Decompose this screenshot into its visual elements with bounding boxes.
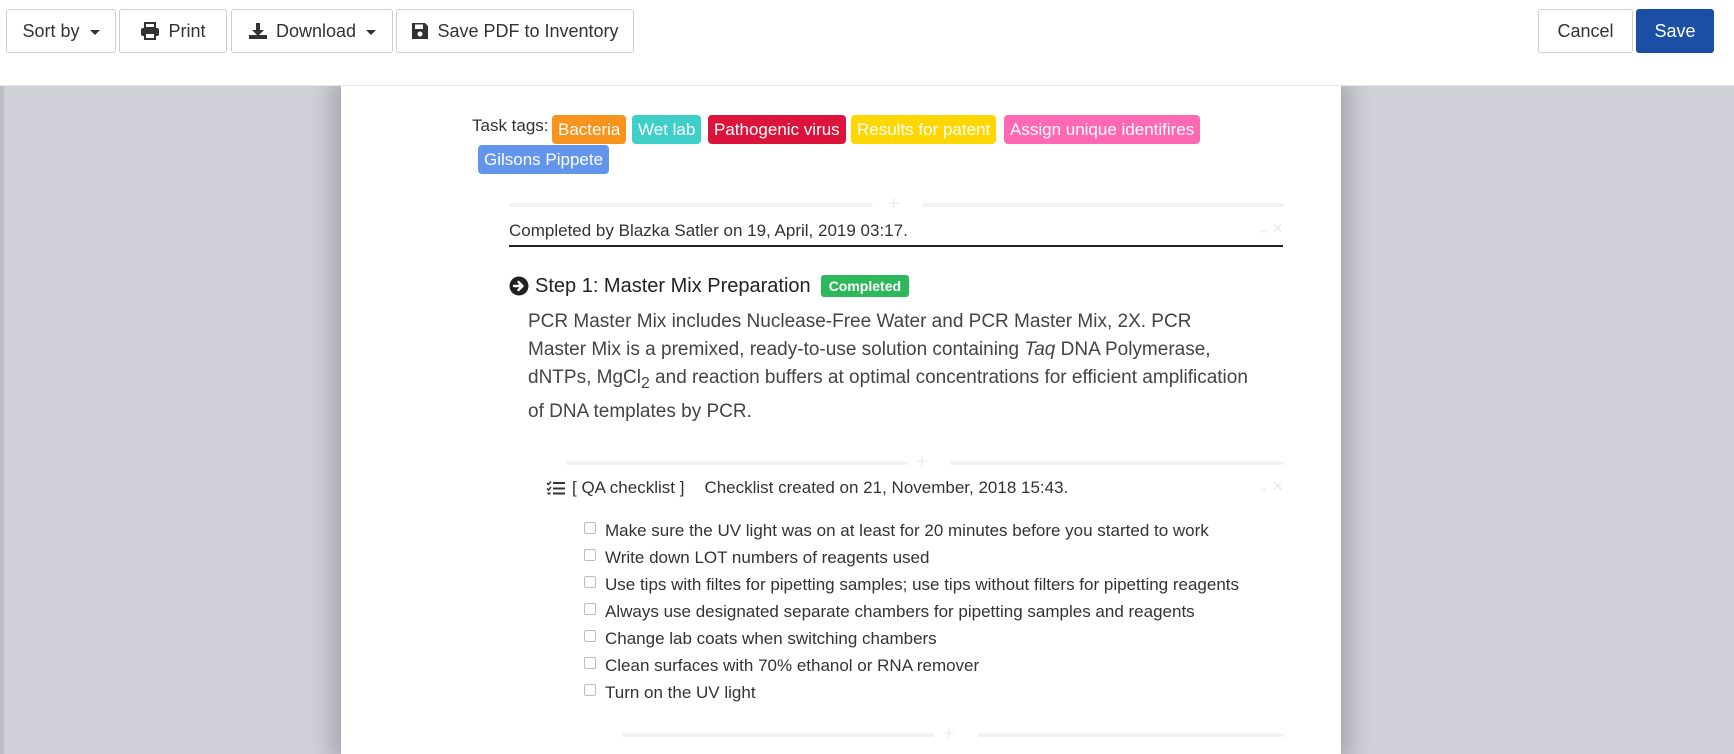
download-icon <box>248 23 267 39</box>
checklist-item: Use tips with filtes for pipetting sampl… <box>584 575 1239 597</box>
cancel-label: Cancel <box>1557 20 1614 41</box>
checklist-item-label: Always use designated separate chambers … <box>605 602 1195 621</box>
checklist-checkbox[interactable] <box>584 657 596 669</box>
checklist-item: Turn on the UV light <box>584 683 756 705</box>
checklist-item-label: Change lab coats when switching chambers <box>605 629 937 648</box>
tag-gilsons-pippete[interactable]: Gilsons Pippete <box>478 145 610 174</box>
checklist-checkbox[interactable] <box>584 630 596 642</box>
print-button[interactable]: Print <box>119 9 227 53</box>
tasks-list-icon <box>546 481 565 495</box>
tag-results-for-patent[interactable]: Results for patent <box>851 115 997 144</box>
tag-assign-unique-identifires[interactable]: Assign unique identifires <box>1004 115 1201 144</box>
save-button[interactable]: Save <box>1636 9 1714 53</box>
print-icon <box>141 22 160 40</box>
checklist-header: [ QA checklist ] Checklist created on 21… <box>546 478 1068 498</box>
checklist-checkbox[interactable] <box>584 576 596 588</box>
toolbar: Sort by Print Download Save PDF to Inven… <box>0 0 1734 86</box>
task-tags-label: Task tags: <box>472 116 549 135</box>
download-button[interactable]: Download <box>231 9 393 53</box>
step-title: Step 1: Master Mix Preparation <box>535 274 811 297</box>
print-label: Print <box>168 20 206 41</box>
step-description: PCR Master Mix includes Nuclease-Free Wa… <box>528 308 1248 426</box>
description-italic: Taq <box>1024 339 1056 360</box>
download-label: Download <box>275 20 357 41</box>
checklist-name: [ QA checklist ] <box>572 478 685 497</box>
checklist-checkbox[interactable] <box>584 522 596 534</box>
checklist-item: Make sure the UV light was on at least f… <box>584 521 1209 543</box>
completion-info: Completed by Blazka Satler on 19, April,… <box>509 221 1283 247</box>
arrow-circle-right-icon <box>509 276 529 296</box>
save-pdf-to-inventory-button[interactable]: Save PDF to Inventory <box>396 9 634 53</box>
add-section-plus-icon[interactable]: + <box>916 452 928 472</box>
floppy-disk-icon <box>412 23 429 39</box>
section-divider <box>950 461 1284 465</box>
tag-wet-lab[interactable]: Wet lab <box>632 115 702 144</box>
sort-by-label: Sort by <box>22 20 80 41</box>
tag-pathogenic-virus[interactable]: Pathogenic virus <box>708 115 846 144</box>
section-divider <box>922 203 1284 207</box>
checklist-checkbox[interactable] <box>584 549 596 561</box>
save-label: Save <box>1654 20 1696 41</box>
tag-bacteria[interactable]: Bacteria <box>552 115 627 144</box>
section-divider <box>566 461 908 465</box>
checklist-item: Change lab coats when switching chambers <box>584 629 937 651</box>
checklist-item-label: Write down LOT numbers of reagents used <box>605 548 930 567</box>
caret-down-icon <box>89 29 100 35</box>
step-header: Step 1: Master Mix Preparation Completed <box>509 273 910 299</box>
checklist-item-label: Clean surfaces with 70% ethanol or RNA r… <box>605 656 980 675</box>
checklist-checkbox[interactable] <box>584 684 596 696</box>
checklist-created-info: Checklist created on 21, November, 2018 … <box>704 478 1069 497</box>
save-pdf-label: Save PDF to Inventory <box>437 20 619 41</box>
sort-by-button[interactable]: Sort by <box>6 9 116 53</box>
add-section-plus-icon[interactable]: + <box>943 724 955 744</box>
status-badge: Completed <box>820 275 910 297</box>
checklist-checkbox[interactable] <box>584 603 596 615</box>
section-divider <box>978 733 1284 737</box>
section-divider <box>509 203 873 207</box>
caret-down-icon <box>366 29 377 35</box>
collapse-close-icon[interactable]: ⌄✕ <box>1258 478 1285 495</box>
section-divider <box>622 733 934 737</box>
viewport-edge <box>0 86 4 754</box>
checklist-item: Always use designated separate chambers … <box>584 602 1195 624</box>
checklist-item-label: Turn on the UV light <box>605 683 756 702</box>
add-section-plus-icon[interactable]: + <box>888 194 900 214</box>
checklist-item: Clean surfaces with 70% ethanol or RNA r… <box>584 656 979 678</box>
checklist-item: Write down LOT numbers of reagents used <box>584 548 929 570</box>
checklist-item-label: Make sure the UV light was on at least f… <box>605 521 1209 540</box>
description-subscript: 2 <box>640 374 650 392</box>
cancel-button[interactable]: Cancel <box>1538 9 1633 53</box>
checklist-item-label: Use tips with filtes for pipetting sampl… <box>605 575 1240 594</box>
